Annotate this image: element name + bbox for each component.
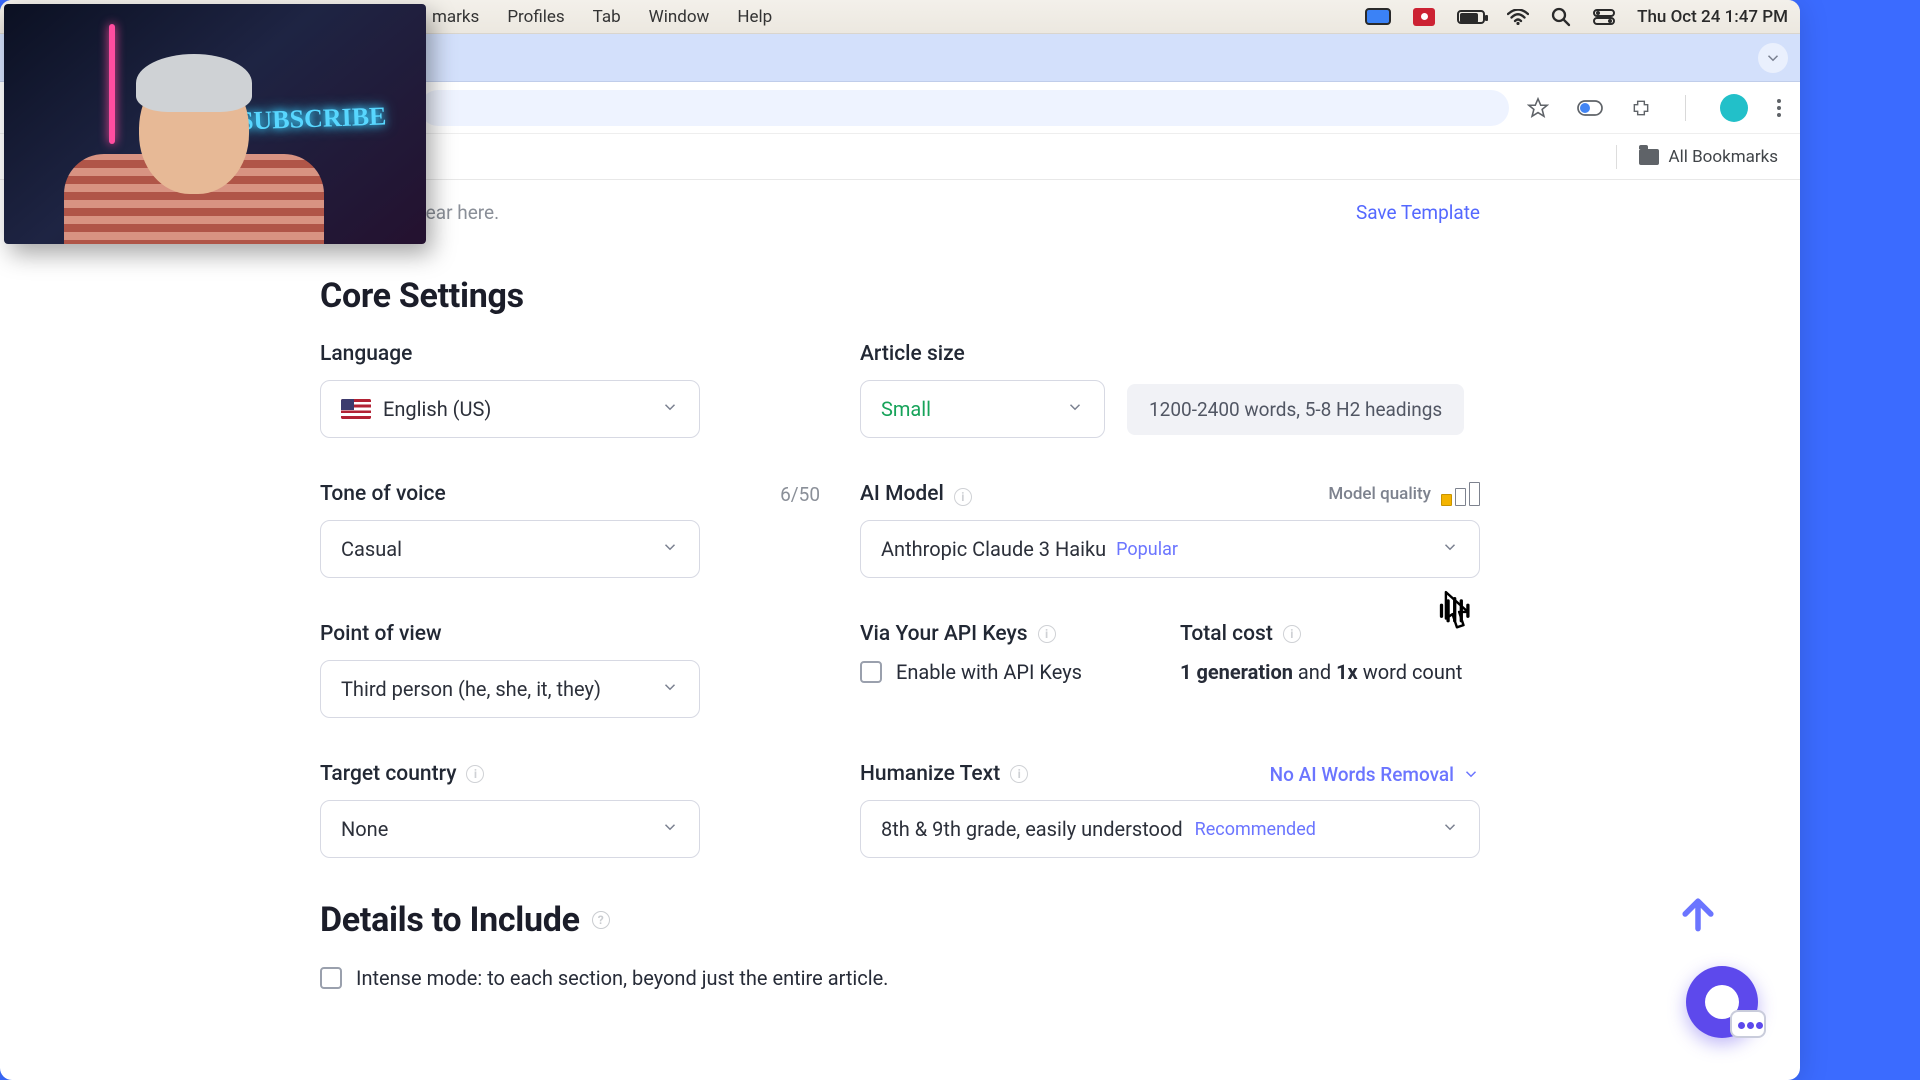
menu-bookmarks[interactable]: marks (432, 7, 479, 27)
api-keys-checkbox[interactable] (860, 661, 882, 683)
ai-model-value: Anthropic Claude 3 Haiku (881, 537, 1106, 561)
humanize-value: 8th & 9th grade, easily understood (881, 817, 1183, 841)
ai-model-field: AI Model i Model quality Anthropic Claud… (860, 482, 1480, 578)
record-icon[interactable] (1413, 8, 1435, 26)
intense-mode-checkbox[interactable] (320, 967, 342, 989)
battery-icon[interactable] (1457, 10, 1485, 24)
target-country-select[interactable]: None (320, 800, 700, 858)
article-size-field: Article size Small 1200-2400 words, 5-8 … (860, 342, 1480, 438)
details-heading: Details to Include ? (320, 900, 1480, 940)
menubar-clock[interactable]: Thu Oct 24 1:47 PM (1637, 7, 1788, 27)
intense-mode-label: Intense mode: to each section, beyond ju… (356, 966, 888, 990)
webcam-overlay: SUBSCRIBE (4, 4, 426, 244)
info-icon[interactable]: i (954, 488, 972, 506)
info-icon[interactable]: i (1038, 625, 1056, 643)
extensions-icon[interactable] (1631, 98, 1651, 118)
pov-value: Third person (he, she, it, they) (341, 677, 601, 701)
recommended-tag: Recommended (1195, 819, 1316, 840)
total-cost-value: 1 generation and 1x word count (1180, 660, 1480, 684)
profile-avatar[interactable] (1720, 94, 1748, 122)
pov-select[interactable]: Third person (he, she, it, they) (320, 660, 700, 718)
page-content: ates will appear here. Save Template Cor… (0, 180, 1800, 990)
model-quality-bars-icon (1441, 482, 1480, 506)
target-country-value: None (341, 817, 388, 841)
bookmark-star-icon[interactable] (1527, 97, 1549, 119)
tone-char-count: 6/50 (780, 483, 820, 506)
humanize-select[interactable]: 8th & 9th grade, easily understood Recom… (860, 800, 1480, 858)
kebab-menu-icon[interactable] (1776, 98, 1782, 118)
scroll-to-top-button[interactable] (1676, 892, 1720, 940)
search-icon[interactable] (1551, 7, 1571, 27)
chevron-down-icon (661, 537, 679, 561)
tone-value: Casual (341, 537, 402, 561)
article-size-hint: 1200-2400 words, 5-8 H2 headings (1127, 384, 1464, 435)
toolbar-divider (1685, 95, 1686, 121)
save-template-link[interactable]: Save Template (1356, 201, 1480, 224)
chevron-down-icon (1066, 397, 1084, 421)
pov-label: Point of view (320, 622, 820, 646)
info-icon[interactable]: i (466, 765, 484, 783)
tone-select[interactable]: Casual (320, 520, 700, 578)
info-icon[interactable]: i (1283, 625, 1301, 643)
menu-tab[interactable]: Tab (593, 7, 621, 27)
intense-mode-row[interactable]: Intense mode: to each section, beyond ju… (320, 966, 1480, 990)
humanize-label: Humanize Text (860, 762, 1000, 786)
total-cost-label: Total cost (1180, 622, 1273, 646)
language-field: Language English (US) (320, 342, 820, 438)
language-label: Language (320, 342, 820, 366)
chevron-down-icon (661, 817, 679, 841)
tone-field: Tone of voice 6/50 Casual (320, 482, 820, 578)
tone-label: Tone of voice (320, 482, 446, 506)
menu-window[interactable]: Window (649, 7, 710, 27)
core-settings-heading: Core Settings (320, 276, 1480, 316)
api-keys-checkbox-label: Enable with API Keys (896, 660, 1082, 684)
folder-icon (1639, 149, 1659, 165)
chevron-down-icon (1441, 817, 1459, 841)
language-value: English (US) (383, 397, 491, 421)
pov-field: Point of view Third person (he, she, it,… (320, 622, 820, 718)
target-country-label: Target country (320, 762, 456, 786)
api-keys-label: Via Your API Keys (860, 622, 1028, 646)
us-flag-icon (341, 399, 371, 419)
ai-model-label: AI Model (860, 482, 944, 506)
target-country-field: Target country i None (320, 762, 820, 858)
api-keys-checkbox-row[interactable]: Enable with API Keys (860, 660, 1160, 684)
language-select[interactable]: English (US) (320, 380, 700, 438)
article-size-value: Small (881, 397, 931, 421)
menu-profiles[interactable]: Profiles (507, 7, 564, 27)
tabs-dropdown-icon[interactable] (1758, 43, 1788, 73)
article-size-label: Article size (860, 342, 1480, 366)
url-field[interactable] (420, 90, 1509, 126)
chevron-down-icon (661, 677, 679, 701)
menu-help[interactable]: Help (737, 7, 772, 27)
chevron-down-icon (1441, 537, 1459, 561)
control-center-icon[interactable] (1593, 9, 1615, 25)
wifi-icon[interactable] (1507, 9, 1529, 25)
all-bookmarks-button[interactable]: All Bookmarks (1669, 147, 1778, 167)
info-icon[interactable]: i (1010, 765, 1028, 783)
screen-share-icon[interactable] (1365, 8, 1391, 25)
pill-icon[interactable] (1577, 100, 1603, 116)
humanize-field: Humanize Text i No AI Words Removal 8th … (860, 762, 1480, 858)
model-quality-label: Model quality (1328, 484, 1431, 504)
ai-model-select[interactable]: Anthropic Claude 3 Haiku Popular (860, 520, 1480, 578)
article-size-select[interactable]: Small (860, 380, 1105, 438)
chat-bubble-icon[interactable] (1730, 1010, 1766, 1038)
chevron-down-icon (661, 397, 679, 421)
info-icon[interactable]: ? (592, 911, 610, 929)
popular-tag: Popular (1116, 539, 1178, 560)
api-cost-row: Via Your API Keys i Enable with API Keys… (860, 622, 1480, 718)
no-ai-words-link[interactable]: No AI Words Removal (1270, 763, 1480, 786)
